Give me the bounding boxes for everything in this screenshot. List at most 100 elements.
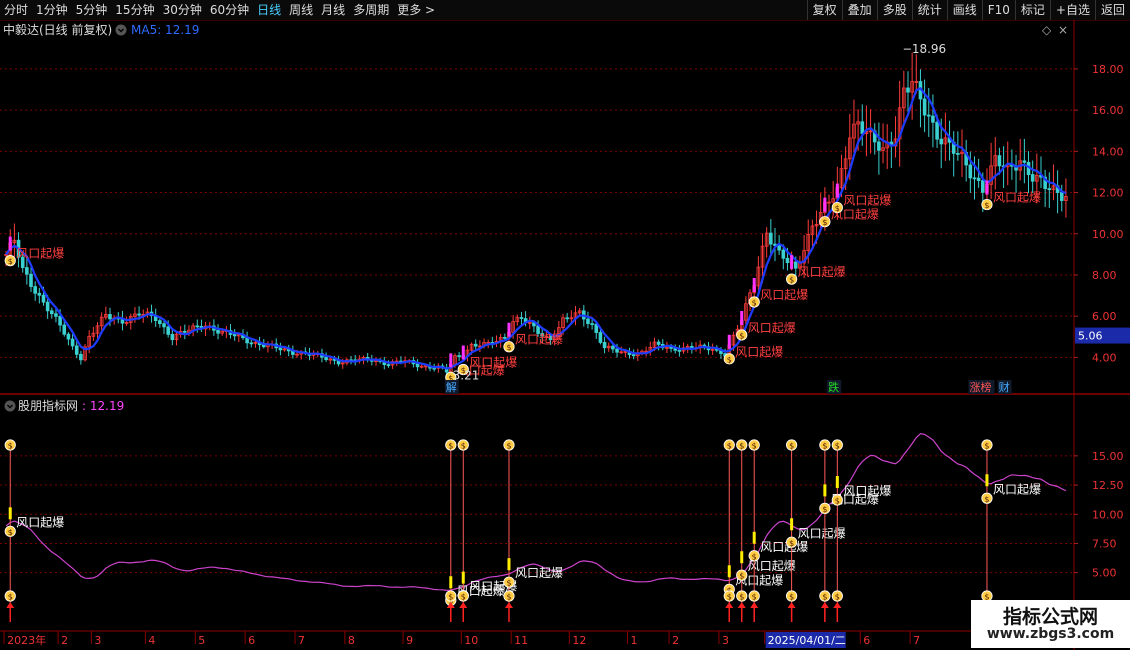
period-tab-2[interactable]: 5分钟	[72, 0, 112, 20]
tool-button-6[interactable]: 标记	[1014, 0, 1050, 20]
candle-body	[473, 343, 478, 347]
event-marker-label: 跌	[828, 380, 839, 394]
candle-body	[519, 317, 524, 319]
candle-body	[931, 115, 935, 123]
tool-button-2[interactable]: 多股	[876, 0, 912, 20]
collapse-icon[interactable]	[114, 22, 128, 36]
candle-body	[249, 342, 254, 345]
tool-button-0[interactable]: 复权	[806, 0, 842, 20]
sub-signal-label: 风口起爆	[16, 515, 64, 529]
candle-body	[565, 317, 569, 320]
sub-signal-label: 风口起爆	[993, 482, 1041, 496]
candle-body	[590, 323, 594, 326]
signal-bar	[727, 334, 731, 349]
sub-tick-label: 5.00	[1092, 567, 1117, 580]
period-tab-0[interactable]: 分时	[0, 0, 32, 20]
sub-tick-label: 7.50	[1092, 537, 1117, 550]
tool-button-7[interactable]: +自选	[1049, 0, 1095, 20]
sub-signal-bar	[752, 531, 756, 544]
bottom-bag-icon-glyph: $	[822, 593, 827, 602]
date-label: 12	[572, 634, 586, 647]
signal-top-bag-icon-glyph: $	[835, 442, 840, 451]
candle-body	[586, 318, 590, 325]
period-tab-5[interactable]: 60分钟	[206, 0, 253, 20]
diamond-icon[interactable]: ◇	[1042, 22, 1051, 38]
signal-bar	[823, 197, 827, 212]
sub-indicator-value: : 12.19	[82, 399, 125, 413]
bottom-bag-icon-glyph: $	[506, 593, 511, 602]
bottom-bag-icon-glyph: $	[752, 593, 757, 602]
signal-label: 风口起爆	[760, 288, 808, 302]
sub-signal-bar	[8, 507, 12, 520]
candle-body	[33, 286, 37, 294]
signal-bar	[8, 236, 12, 251]
period-tab-7[interactable]: 周线	[285, 0, 317, 20]
candle-body	[785, 257, 790, 263]
tool-button-3[interactable]: 统计	[911, 0, 947, 20]
candle-body	[170, 334, 175, 341]
sub-signal-bar	[727, 565, 731, 578]
candle-body	[58, 315, 62, 326]
signal-money-bag-icon-glyph: $	[727, 355, 732, 364]
candle-body	[74, 345, 79, 355]
close-icon[interactable]: ×	[1058, 22, 1068, 38]
tool-button-1[interactable]: 叠加	[841, 0, 877, 20]
period-tab-10[interactable]: 更多 >	[393, 0, 439, 20]
bottom-bag-icon-glyph: $	[727, 593, 732, 602]
period-tab-1[interactable]: 1分钟	[32, 0, 72, 20]
candle-body	[70, 338, 75, 347]
stock-title: 中毅达(日线 前复权)	[3, 23, 113, 37]
candle-body	[980, 180, 985, 193]
main-tick-label: 8.00	[1092, 269, 1117, 282]
stock-chart[interactable]: 4.00 6.00 8.00 10.00 12.00 14.00 16.00 18.00 5.0…	[0, 20, 1130, 650]
period-tab-4[interactable]: 30分钟	[159, 0, 206, 20]
sub-signal-bar	[985, 474, 989, 487]
candle-body	[972, 177, 977, 180]
candle-body	[922, 98, 927, 116]
signal-label: 风口起爆	[469, 356, 517, 370]
signal-money-bag-icon-glyph: $	[984, 201, 989, 210]
date-label: 6	[248, 634, 255, 647]
signal-label: 风口起爆	[515, 333, 563, 347]
tool-button-4[interactable]: 画线	[946, 0, 982, 20]
candle-body	[935, 121, 939, 140]
sub-signal-bag-icon-glyph: $	[506, 579, 511, 588]
main-tick-label: 12.00	[1092, 187, 1124, 200]
period-tab-9[interactable]: 多周期	[349, 0, 393, 20]
signal-top-bag-icon-glyph: $	[739, 442, 744, 451]
date-label: 2	[61, 634, 68, 647]
tool-button-5[interactable]: F10	[981, 0, 1015, 20]
main-tick-label: 10.00	[1092, 228, 1124, 241]
candle-body	[79, 353, 83, 361]
sub-signal-bag-icon-glyph: $	[739, 572, 744, 581]
signal-label: 风口起爆	[748, 321, 796, 335]
date-label: 3	[94, 634, 101, 647]
candle-body	[1059, 192, 1064, 201]
up-arrow-icon	[820, 602, 829, 608]
period-tab-8[interactable]: 月线	[317, 0, 349, 20]
sub-signal-bar	[449, 576, 453, 589]
signal-money-bag-icon-glyph: $	[789, 276, 794, 285]
candle-body	[976, 177, 981, 181]
candle-body	[669, 346, 673, 349]
sub-signal-label: 风口起爆	[843, 484, 891, 498]
signal-bar	[507, 322, 511, 337]
sub-signal-bag-icon-glyph: $	[789, 539, 794, 548]
sub-signal-bar	[740, 551, 744, 564]
tool-button-8[interactable]: 返回	[1094, 0, 1130, 20]
candle-body	[386, 364, 391, 367]
signal-money-bag-icon-glyph: $	[822, 218, 827, 227]
period-tab-6[interactable]: 日线	[253, 0, 285, 20]
candle-body	[54, 313, 58, 317]
main-tick-label: 18.00	[1092, 63, 1124, 76]
period-tab-3[interactable]: 15分钟	[111, 0, 158, 20]
ma5-label: MA5: 12.19	[131, 23, 200, 37]
signal-money-bag-icon-glyph: $	[835, 204, 840, 213]
signal-money-bag-icon-glyph: $	[506, 343, 511, 352]
candle-body	[656, 341, 661, 345]
collapse-sub-icon[interactable]	[3, 398, 17, 412]
date-label: 8	[348, 634, 355, 647]
candle-body	[939, 138, 944, 145]
tool-buttons: 复权 叠加 多股 统计 画线 F10 标记 +自选 返回	[806, 0, 1130, 20]
price-tag-label: 5.06	[1078, 330, 1103, 343]
